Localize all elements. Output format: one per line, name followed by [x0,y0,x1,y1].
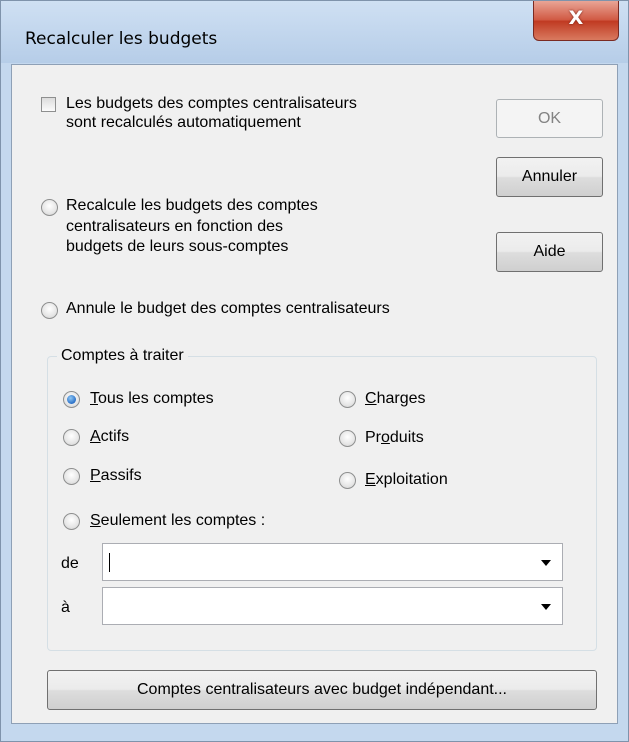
to-account-combo[interactable] [102,587,563,625]
products-label[interactable]: Produits [365,428,424,447]
recalc-label-line3[interactable]: budgets de leurs sous-comptes [66,237,288,256]
radio-operations[interactable] [339,472,356,489]
dialog-window: Recalculer les budgets X Les budgets des… [0,0,629,742]
cancel-button[interactable]: Annuler [496,157,603,197]
chevron-down-icon[interactable] [541,604,551,610]
accounts-group-title: Comptes à traiter [57,346,188,365]
cancel-budget-radio[interactable] [41,302,58,319]
charges-label[interactable]: Charges [365,389,425,408]
ok-button[interactable]: OK [496,99,603,138]
assets-label[interactable]: Actifs [90,427,129,446]
recalc-from-subaccounts-radio[interactable] [41,199,58,216]
title-bar[interactable]: Recalculer les budgets X [1,1,628,63]
chevron-down-icon[interactable] [541,560,551,566]
radio-assets[interactable] [63,429,80,446]
from-label: de [61,555,79,572]
radio-only-accounts[interactable] [63,513,80,530]
close-icon: X [568,7,584,29]
help-button[interactable]: Aide [496,232,603,272]
close-button[interactable]: X [533,1,619,41]
independent-budget-button[interactable]: Comptes centralisateurs avec budget indé… [47,670,597,710]
all-accounts-label[interactable]: Tous les comptes [90,389,214,408]
recalc-label-line2[interactable]: centralisateurs en fonction des [66,217,283,236]
to-label: à [61,599,70,616]
radio-products[interactable] [339,430,356,447]
liabilities-label[interactable]: Passifs [90,466,142,485]
auto-recalc-label-line1[interactable]: Les budgets des comptes centralisateurs [66,94,357,113]
radio-liabilities[interactable] [63,468,80,485]
cancel-budget-label[interactable]: Annule le budget des comptes centralisat… [66,299,390,318]
from-account-combo[interactable] [102,543,563,581]
auto-recalc-checkbox[interactable] [41,97,56,112]
recalc-label-line1[interactable]: Recalcule les budgets des comptes [66,196,318,215]
radio-all-accounts[interactable] [63,391,80,408]
auto-recalc-label-line2[interactable]: sont recalculés automatiquement [66,113,301,132]
window-title: Recalculer les budgets [25,29,218,49]
text-caret [109,553,110,572]
radio-charges[interactable] [339,391,356,408]
only-accounts-label[interactable]: Seulement les comptes : [90,511,265,530]
operations-label[interactable]: Exploitation [365,470,448,489]
